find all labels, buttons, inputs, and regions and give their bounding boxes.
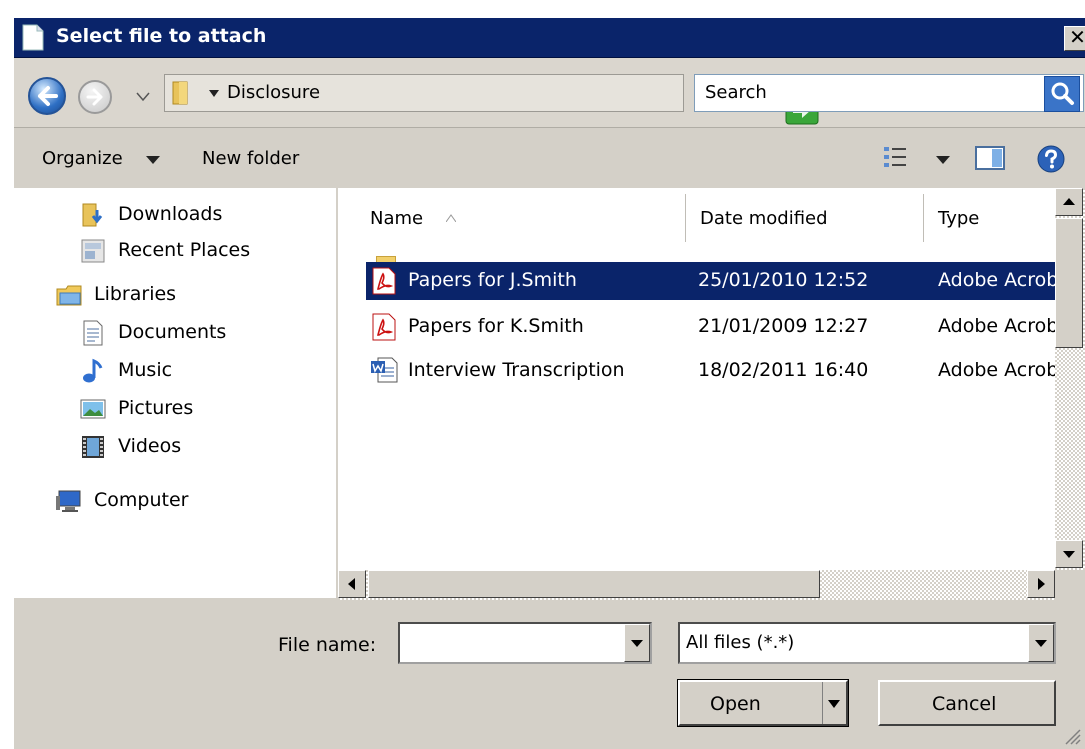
search-placeholder: Search — [705, 82, 767, 103]
new-folder-button[interactable]: New folder — [202, 148, 299, 169]
nav-label-libraries: Libraries — [94, 283, 177, 305]
documents-icon — [83, 320, 103, 346]
title-bar[interactable]: Select file to attach ✕ — [14, 18, 1085, 58]
organize-caret-icon[interactable] — [146, 156, 160, 164]
file-type: Adobe Acrobat Document — [938, 315, 1055, 337]
recent-places-icon — [81, 239, 105, 263]
change-view-icon[interactable] — [882, 144, 910, 172]
column-header-type-label: Type — [938, 208, 980, 229]
file-date-modified: 21/01/2009 12:27 — [698, 315, 869, 337]
scroll-down-arrow-icon — [1063, 551, 1075, 558]
file-name-label: File name: — [278, 634, 377, 656]
navigation-pane: Downloads Recent Places Libraries Docume… — [14, 188, 336, 598]
open-button-label: Open — [710, 693, 761, 715]
scroll-up-arrow-icon — [1063, 198, 1075, 205]
folder-icon — [172, 81, 188, 105]
recent-pages-chevron-icon[interactable] — [136, 92, 150, 102]
file-row[interactable]: Papers for K.Smith 21/01/2009 12:27 Adob… — [366, 308, 1055, 346]
resize-grip-icon[interactable] — [1060, 724, 1082, 746]
magnifier-icon — [1051, 82, 1074, 105]
nav-label-pictures: Pictures — [118, 397, 194, 419]
file-type-filter-value: All files (*.*) — [686, 632, 795, 653]
downloads-folder-icon — [82, 203, 103, 227]
preview-pane-icon[interactable] — [974, 144, 1006, 172]
file-type-filter[interactable]: All files (*.*) — [678, 622, 1056, 664]
scrollbar-corner — [1055, 570, 1085, 600]
file-list: Name Date modified Type Papers for J.Smi… — [338, 188, 1055, 570]
nav-label-music: Music — [118, 359, 173, 381]
cancel-button-label: Cancel — [932, 693, 997, 715]
breadcrumb-current-folder[interactable]: Disclosure — [227, 82, 320, 103]
chevron-down-icon — [1035, 640, 1047, 647]
scroll-right-arrow-icon — [1038, 578, 1045, 590]
help-icon[interactable] — [1036, 144, 1066, 174]
document-icon — [22, 24, 44, 51]
vertical-scrollbar[interactable] — [1055, 188, 1085, 570]
videos-icon — [82, 436, 104, 458]
cancel-button[interactable]: Cancel — [878, 680, 1056, 726]
file-date-modified: 25/01/2010 12:52 — [698, 269, 869, 291]
column-header-type[interactable]: Type — [924, 194, 1055, 242]
horizontal-scroll-thumb[interactable] — [368, 570, 820, 598]
scroll-left-button[interactable] — [338, 570, 366, 598]
music-icon — [83, 358, 103, 383]
back-button[interactable] — [28, 77, 66, 115]
address-row: Disclosure Search — [14, 58, 1085, 128]
pdf-icon — [372, 267, 396, 295]
horizontal-scrollbar[interactable] — [338, 570, 1055, 600]
nav-label-videos: Videos — [118, 435, 182, 457]
libraries-icon — [56, 285, 82, 306]
organize-menu[interactable]: Organize — [42, 148, 123, 169]
file-name-field[interactable] — [398, 622, 652, 664]
scroll-left-arrow-icon — [348, 578, 355, 590]
forward-arrow-icon — [86, 88, 103, 106]
sort-ascending-icon — [446, 214, 456, 222]
file-name: Papers for K.Smith — [408, 315, 584, 337]
file-type-dropdown-button[interactable] — [1028, 624, 1054, 662]
nav-label-computer: Computer — [94, 489, 189, 511]
column-header-name[interactable]: Name — [354, 194, 686, 242]
file-name-dropdown-button[interactable] — [624, 624, 650, 662]
breadcrumb-chevron-icon[interactable] — [209, 90, 219, 98]
select-file-dialog: Select file to attach ✕ Disclosure Searc… — [0, 0, 1085, 749]
chevron-down-icon — [631, 640, 643, 647]
file-name: Interview Transcription — [408, 359, 625, 381]
nav-label-documents: Documents — [118, 321, 227, 343]
open-split-divider — [822, 682, 823, 724]
view-options-caret-icon[interactable] — [936, 156, 950, 164]
file-type: Adobe Acrobat Document — [938, 359, 1055, 381]
pictures-icon — [80, 399, 106, 419]
scroll-right-button[interactable] — [1027, 570, 1055, 598]
computer-icon — [56, 490, 81, 512]
nav-label-recent-places: Recent Places — [118, 239, 251, 261]
open-options-chevron-icon[interactable] — [828, 700, 840, 708]
file-date-modified: 18/02/2011 16:40 — [698, 359, 869, 381]
address-bar[interactable]: Disclosure — [164, 74, 819, 125]
column-header-name-label: Name — [370, 208, 424, 229]
pdf-icon — [372, 313, 396, 341]
close-button[interactable]: ✕ — [1064, 26, 1085, 51]
file-type: Adobe Acrobat Document — [938, 269, 1055, 291]
command-toolbar: Organize New folder — [14, 128, 1085, 188]
back-arrow-icon — [38, 86, 58, 106]
word-doc-icon — [371, 357, 398, 383]
vertical-scroll-thumb[interactable] — [1055, 218, 1083, 348]
file-row[interactable]: Interview Transcription 18/02/2011 16:40… — [366, 352, 1055, 390]
forward-button[interactable] — [78, 80, 112, 114]
search-input[interactable]: Search — [694, 74, 1084, 112]
file-row[interactable]: Papers for J.Smith 25/01/2010 12:52 Adob… — [366, 262, 1055, 300]
close-icon: ✕ — [1069, 25, 1085, 49]
dialog-title: Select file to attach — [56, 25, 267, 47]
nav-label-downloads: Downloads — [118, 203, 223, 225]
scroll-up-button[interactable] — [1055, 188, 1083, 216]
search-button[interactable] — [1044, 76, 1080, 112]
column-header-date-label: Date modified — [700, 208, 828, 229]
scroll-down-button[interactable] — [1055, 540, 1083, 568]
column-header-date-modified[interactable]: Date modified — [686, 194, 924, 242]
file-name: Papers for J.Smith — [408, 269, 577, 291]
open-button[interactable]: Open — [677, 679, 849, 727]
